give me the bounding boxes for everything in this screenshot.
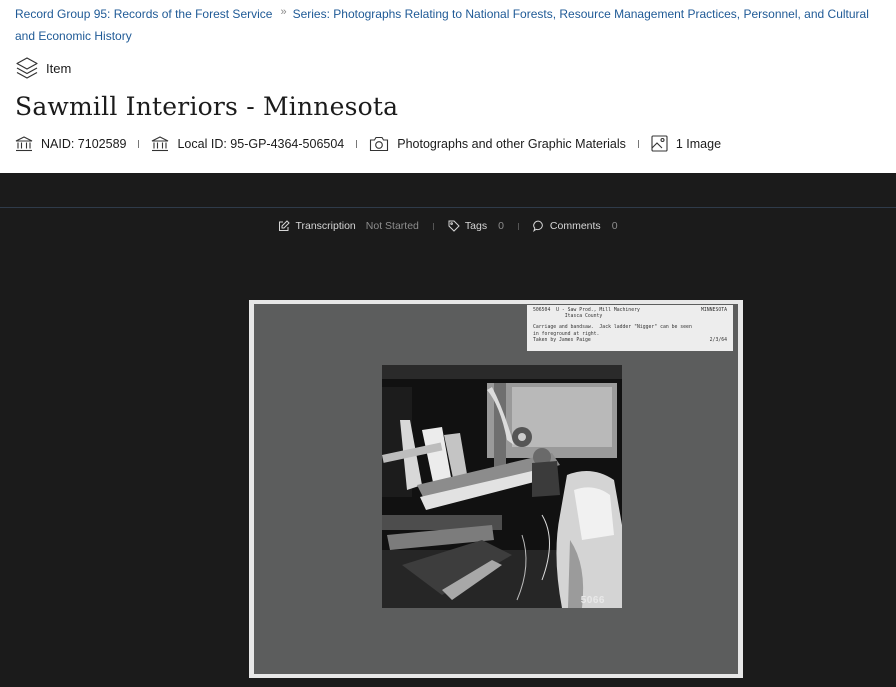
- record-header: Record Group 95: Records of the Forest S…: [0, 0, 896, 173]
- naid: NAID: 7102589: [15, 135, 127, 152]
- toolbar-divider: [432, 222, 434, 230]
- caption-state: MINNESOTA: [701, 308, 727, 313]
- breadcrumb-separator: »: [280, 6, 287, 18]
- viewer-toolbar: Transcription Not Started Tags 0 Comment…: [0, 220, 896, 232]
- tags-button[interactable]: Tags 0: [448, 220, 504, 232]
- caption-card: 506504 U - Saw Prod., Mill Machinery MINN…: [527, 305, 733, 351]
- photo-mount-board: 506504 U - Saw Prod., Mill Machinery MINN…: [254, 304, 738, 674]
- comments-button[interactable]: Comments 0: [533, 220, 618, 232]
- naid-text: NAID: 7102589: [41, 136, 127, 151]
- photo-image[interactable]: 506504 U - Saw Prod., Mill Machinery MINN…: [249, 300, 743, 678]
- breadcrumb-record-group-link[interactable]: Record Group 95: Records of the Forest S…: [15, 7, 272, 21]
- local-id-text: Local ID: 95-GP-4364-506504: [177, 136, 345, 151]
- image-count: 1 Image: [651, 135, 721, 152]
- viewer-divider: [0, 207, 896, 208]
- meta-divider: [637, 139, 639, 148]
- comments-count: 0: [611, 220, 618, 232]
- page-title: Sawmill Interiors - Minnesota: [15, 92, 399, 121]
- tags-label: Tags: [464, 220, 488, 232]
- caption-line: Itasca County: [533, 314, 603, 320]
- image-viewer: Transcription Not Started Tags 0 Comment…: [0, 173, 896, 687]
- comment-icon: [533, 220, 545, 232]
- media-type: Photographs and other Graphic Materials: [369, 136, 626, 152]
- media-type-text: Photographs and other Graphic Materials: [397, 136, 626, 151]
- tag-icon: [448, 220, 460, 232]
- image-icon: [651, 135, 668, 152]
- camera-icon: [369, 136, 389, 152]
- record-meta: NAID: 7102589 Local ID: 95-GP-4364-50650…: [15, 135, 721, 152]
- layers-icon: [15, 56, 39, 80]
- toolbar-divider: [517, 222, 519, 230]
- building-icon: [15, 135, 33, 152]
- meta-divider: [138, 139, 140, 148]
- image-count-text: 1 Image: [675, 136, 722, 151]
- pencil-square-icon: [278, 220, 291, 232]
- tags-count: 0: [498, 220, 504, 232]
- caption-line: Taken by James Paige: [533, 337, 591, 343]
- item-type-label: Item: [46, 60, 72, 76]
- local-id: Local ID: 95-GP-4364-506504: [151, 135, 345, 152]
- caption-date: 2/3/64: [709, 337, 727, 343]
- sawmill-photograph: 5066: [382, 365, 622, 608]
- comments-label: Comments: [549, 220, 601, 232]
- transcription-status: Not Started: [365, 220, 419, 232]
- building-icon: [151, 135, 169, 152]
- breadcrumb: Record Group 95: Records of the Forest S…: [15, 4, 887, 46]
- transcription-button[interactable]: Transcription Not Started: [278, 220, 419, 232]
- meta-divider: [356, 139, 358, 148]
- print-number: 5066: [580, 595, 605, 606]
- item-type: Item: [15, 56, 71, 80]
- transcription-label: Transcription: [295, 220, 356, 232]
